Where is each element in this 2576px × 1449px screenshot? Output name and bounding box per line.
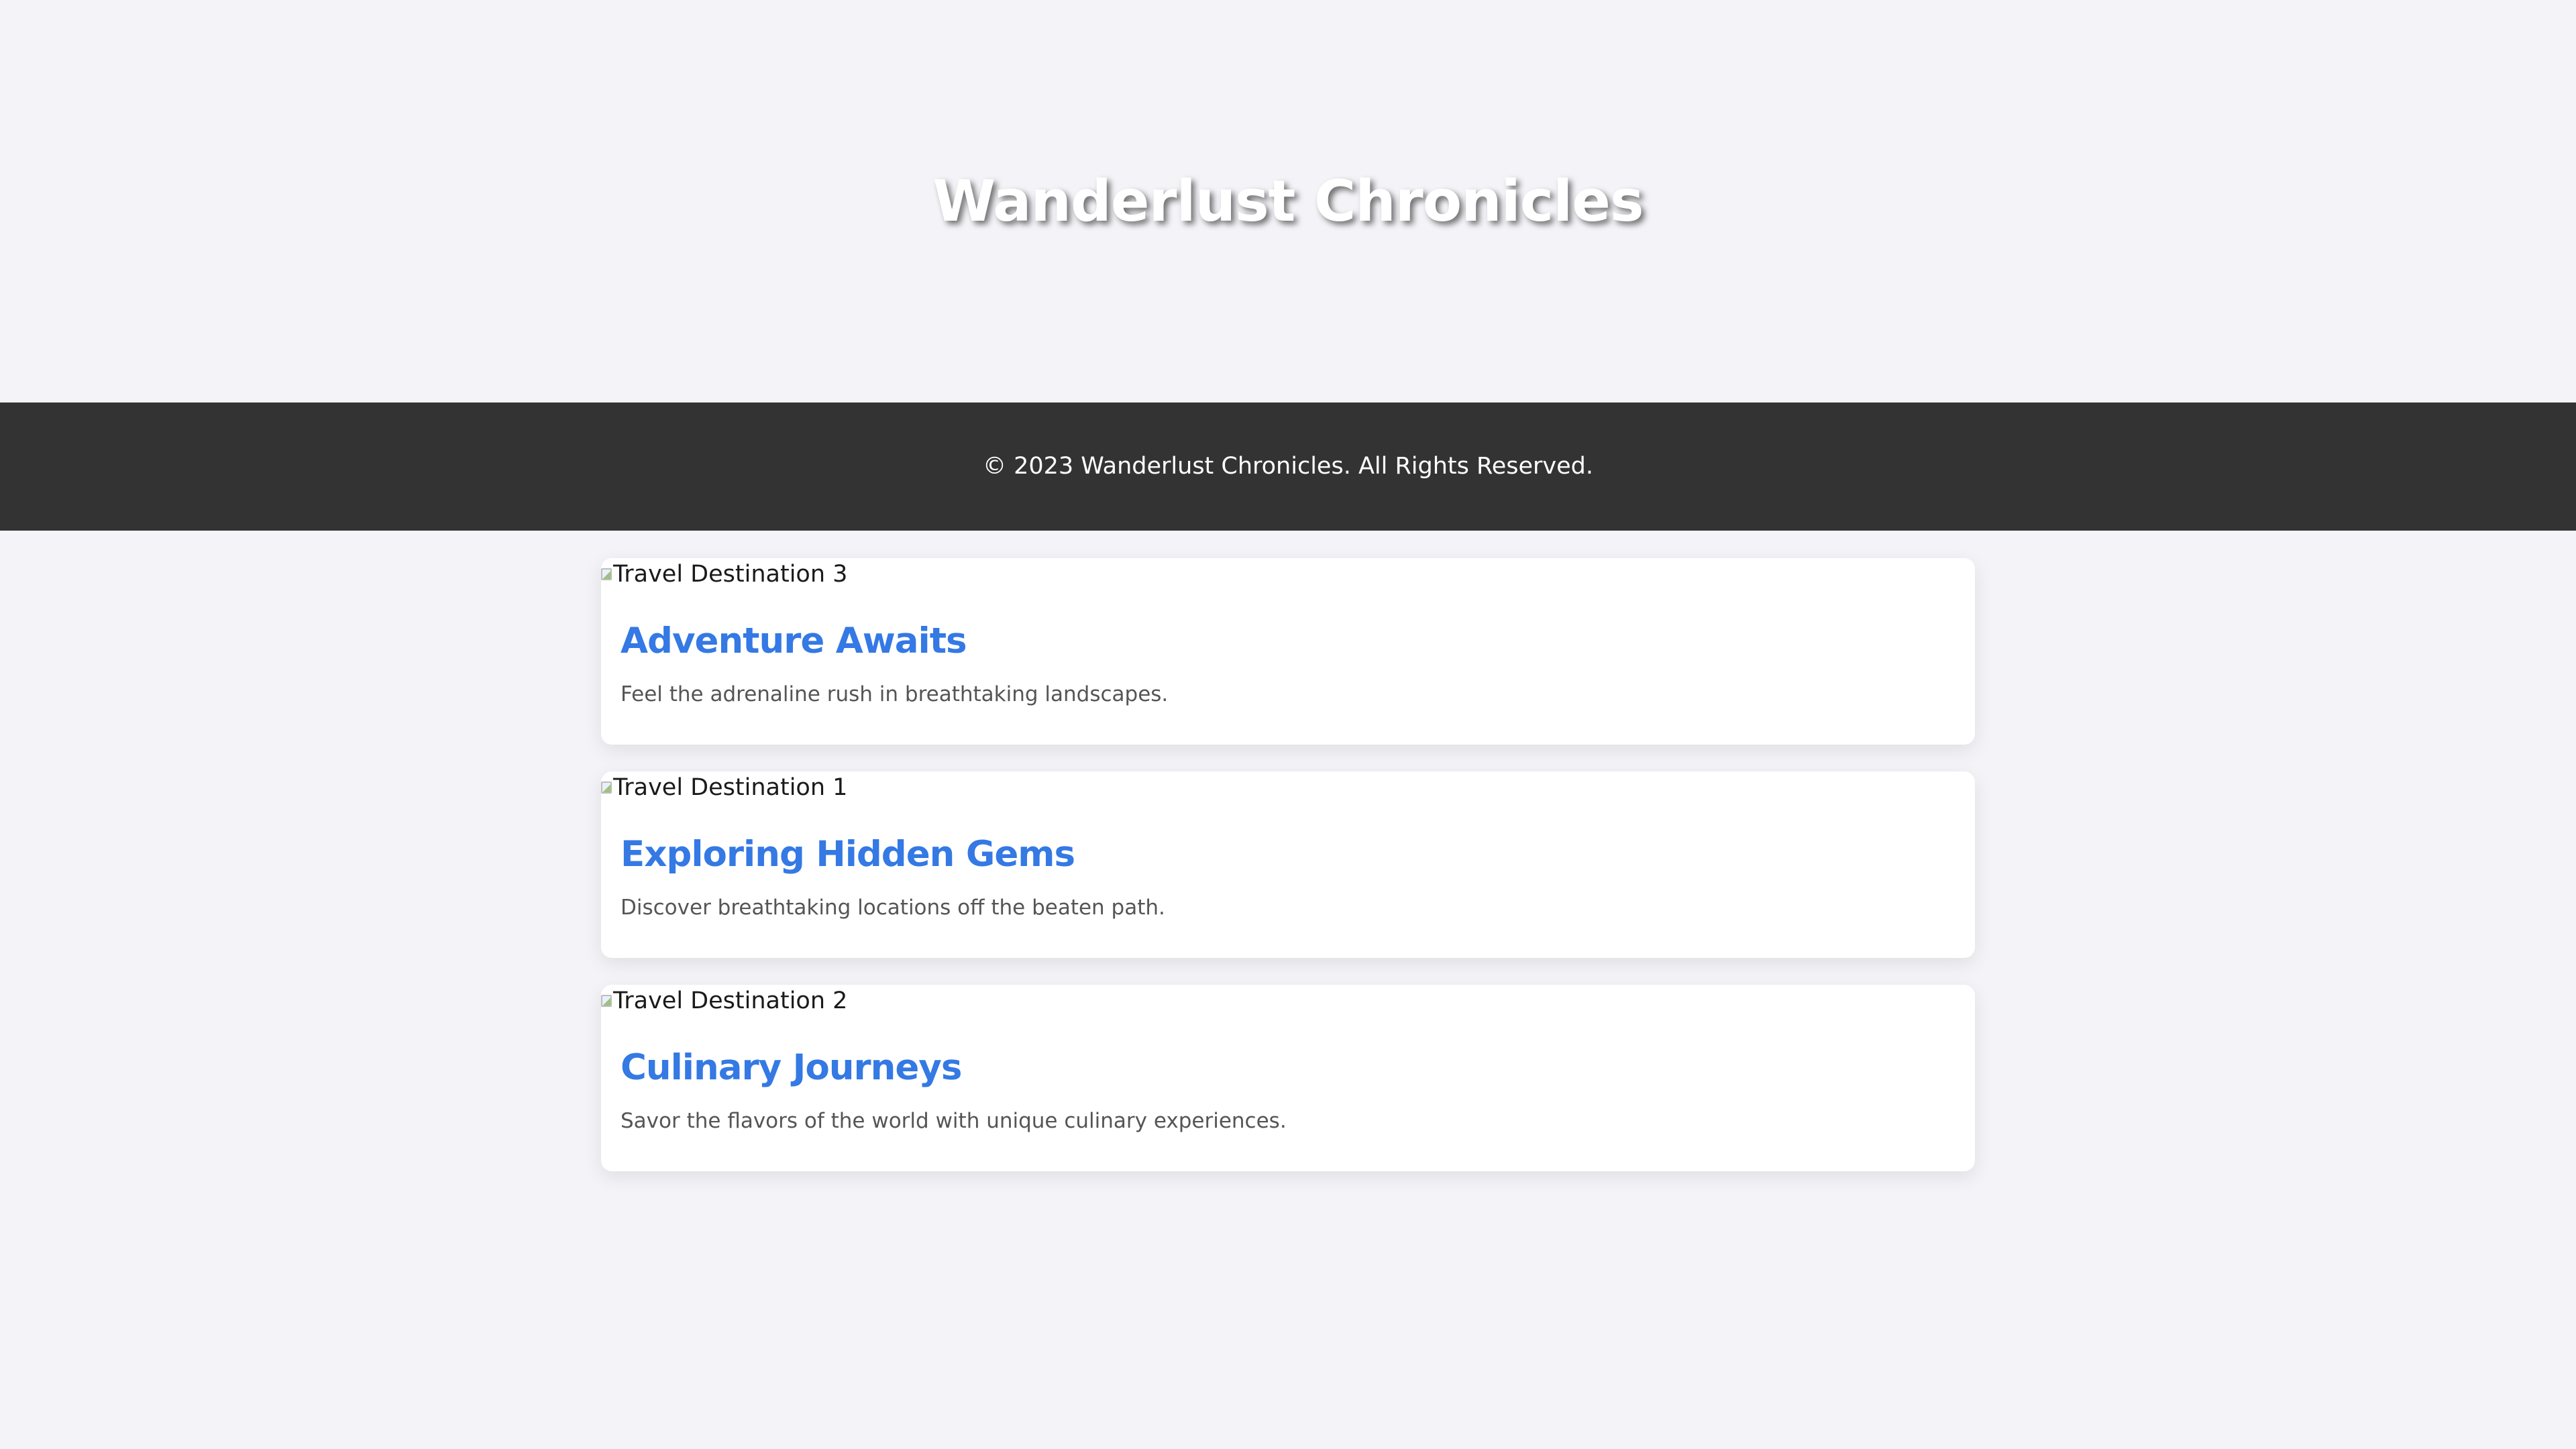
card-exploring-hidden-gems[interactable]: Travel Destination 1 Exploring Hidden Ge… <box>601 771 1975 958</box>
copyright-text: © 2023 Wanderlust Chronicles. All Rights… <box>982 453 1594 480</box>
image-alt-text: Travel Destination 2 <box>613 987 848 1014</box>
card-culinary-journeys[interactable]: Travel Destination 2 Culinary Journeys S… <box>601 985 1975 1171</box>
broken-image-icon <box>601 995 612 1007</box>
card-description: Savor the flavors of the world with uniq… <box>621 1109 1287 1133</box>
card-title[interactable]: Exploring Hidden Gems <box>621 830 1075 879</box>
card-title[interactable]: Culinary Journeys <box>621 1044 962 1092</box>
card-description: Feel the adrenaline rush in breathtaking… <box>621 682 1169 706</box>
site-header: Wanderlust Chronicles <box>0 0 2576 402</box>
broken-image-icon <box>601 568 612 580</box>
site-title: Wanderlust Chronicles <box>932 168 1644 235</box>
card-image: Travel Destination 3 <box>601 558 847 590</box>
card-title[interactable]: Adventure Awaits <box>621 617 967 665</box>
card-image: Travel Destination 2 <box>601 985 847 1017</box>
broken-image-icon <box>601 782 612 794</box>
image-alt-text: Travel Destination 1 <box>613 774 848 801</box>
card-list: Travel Destination 3 Adventure Awaits Fe… <box>601 558 1975 1198</box>
card-description: Discover breathtaking locations off the … <box>621 896 1165 920</box>
card-adventure-awaits[interactable]: Travel Destination 3 Adventure Awaits Fe… <box>601 558 1975 745</box>
card-image: Travel Destination 1 <box>601 771 847 804</box>
footer-bar: © 2023 Wanderlust Chronicles. All Rights… <box>0 402 2576 531</box>
image-alt-text: Travel Destination 3 <box>613 561 848 588</box>
